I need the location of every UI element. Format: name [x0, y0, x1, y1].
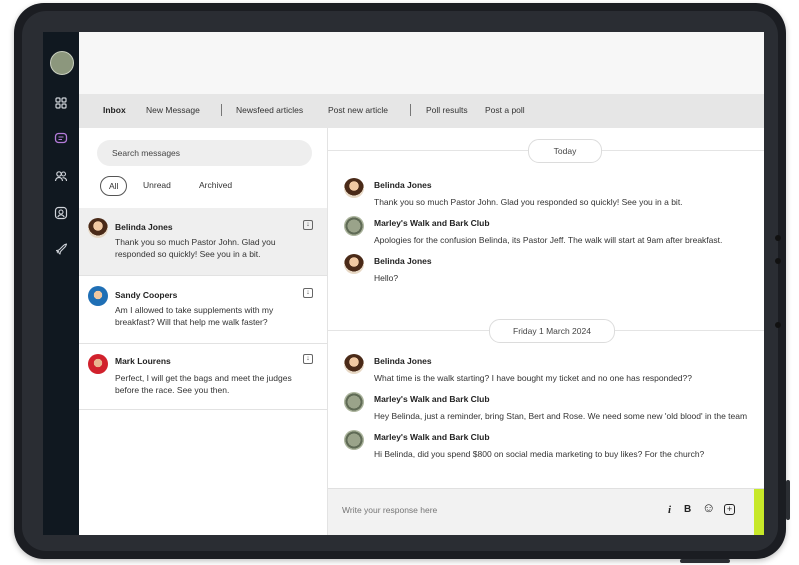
- avatar: [88, 218, 108, 238]
- people-icon[interactable]: [54, 169, 68, 183]
- avatar: [344, 354, 364, 374]
- tablet-bottom-button: [680, 559, 730, 563]
- filter-all[interactable]: All: [100, 176, 128, 196]
- nav-post-new-article[interactable]: Post new article: [328, 105, 388, 115]
- message-sender: Belinda Jones: [374, 356, 432, 366]
- avatar: [88, 286, 108, 306]
- avatar: [88, 354, 108, 374]
- nav-divider: [221, 104, 222, 116]
- message-sender: Belinda Jones: [374, 256, 432, 266]
- avatar: [344, 430, 364, 450]
- sidebar-rail: [43, 32, 79, 535]
- app-screen: Inbox New Message Newsfeed articles Post…: [43, 32, 764, 535]
- message-text: What time is the walk starting? I have b…: [374, 373, 692, 383]
- thread-name: Belinda Jones: [115, 222, 173, 232]
- nav-new-message[interactable]: New Message: [146, 105, 200, 115]
- message-composer: i B ☺ +: [328, 488, 764, 535]
- message-text: Hi Belinda, did you spend $800 on social…: [374, 449, 705, 459]
- archive-icon[interactable]: ↓: [303, 354, 313, 364]
- main-area: Inbox New Message Newsfeed articles Post…: [79, 32, 764, 535]
- thread-preview: Am I allowed to take supplements with my…: [115, 305, 274, 327]
- tablet-side-button: [786, 480, 790, 520]
- tablet-sensor: [775, 258, 781, 264]
- message-sender: Marley's Walk and Bark Club: [374, 394, 490, 404]
- attach-icon[interactable]: +: [724, 504, 735, 515]
- avatar: [344, 178, 364, 198]
- date-pill: Today: [528, 139, 602, 163]
- nav-newsfeed-articles[interactable]: Newsfeed articles: [236, 105, 303, 115]
- nav-post-a-poll[interactable]: Post a poll: [485, 105, 525, 115]
- search-input[interactable]: Search messages: [97, 140, 312, 166]
- inbox-pane: Search messages All Unread Archived Beli…: [79, 128, 328, 535]
- nav-bar: Inbox New Message Newsfeed articles Post…: [79, 94, 764, 128]
- tablet-sensor-2: [775, 322, 781, 328]
- message-text: Apologies for the confusion Belinda, its…: [374, 235, 723, 245]
- nav-divider: [410, 104, 411, 116]
- thread-preview: Thank you so much Pastor John. Glad you …: [115, 237, 276, 259]
- archive-icon[interactable]: ↓: [303, 220, 313, 230]
- message-sender: Marley's Walk and Bark Club: [374, 432, 490, 442]
- thread-name: Sandy Coopers: [115, 290, 178, 300]
- top-header: [79, 32, 764, 94]
- emoji-icon[interactable]: ☺: [702, 501, 715, 515]
- thread-item[interactable]: Belinda Jones Thank you so much Pastor J…: [79, 208, 327, 276]
- avatar: [344, 216, 364, 236]
- avatar: [344, 254, 364, 274]
- nav-inbox[interactable]: Inbox: [103, 105, 126, 115]
- thread-name: Mark Lourens: [115, 356, 171, 366]
- filter-unread[interactable]: Unread: [143, 176, 171, 194]
- message-sender: Marley's Walk and Bark Club: [374, 218, 490, 228]
- grid-icon[interactable]: [54, 96, 68, 110]
- date-pill: Friday 1 March 2024: [489, 319, 615, 343]
- thread-preview: Perfect, I will get the bags and meet th…: [115, 373, 292, 395]
- tablet-camera: [775, 235, 781, 241]
- user-circle-icon[interactable]: [54, 206, 68, 220]
- archive-icon[interactable]: ↓: [303, 288, 313, 298]
- response-input[interactable]: [342, 505, 642, 515]
- message-text: Hey Belinda, just a reminder, bring Stan…: [374, 411, 748, 421]
- thread-item[interactable]: Sandy Coopers Am I allowed to take suppl…: [79, 276, 327, 344]
- bold-button[interactable]: B: [684, 503, 691, 517]
- chat-icon[interactable]: [54, 132, 68, 146]
- message-text: Hello?: [374, 273, 399, 283]
- send-button[interactable]: [754, 489, 764, 535]
- message-text: Thank you so much Pastor John. Glad you …: [374, 197, 683, 207]
- italic-button[interactable]: i: [668, 503, 671, 517]
- conversation-pane: Today Belinda Jones Thank you so much Pa…: [328, 128, 764, 535]
- avatar: [344, 392, 364, 412]
- nav-poll-results[interactable]: Poll results: [426, 105, 468, 115]
- filter-archived[interactable]: Archived: [199, 176, 232, 194]
- rocket-icon[interactable]: [54, 242, 68, 256]
- profile-avatar[interactable]: [50, 51, 74, 75]
- message-sender: Belinda Jones: [374, 180, 432, 190]
- thread-item[interactable]: Mark Lourens Perfect, I will get the bag…: [79, 344, 327, 410]
